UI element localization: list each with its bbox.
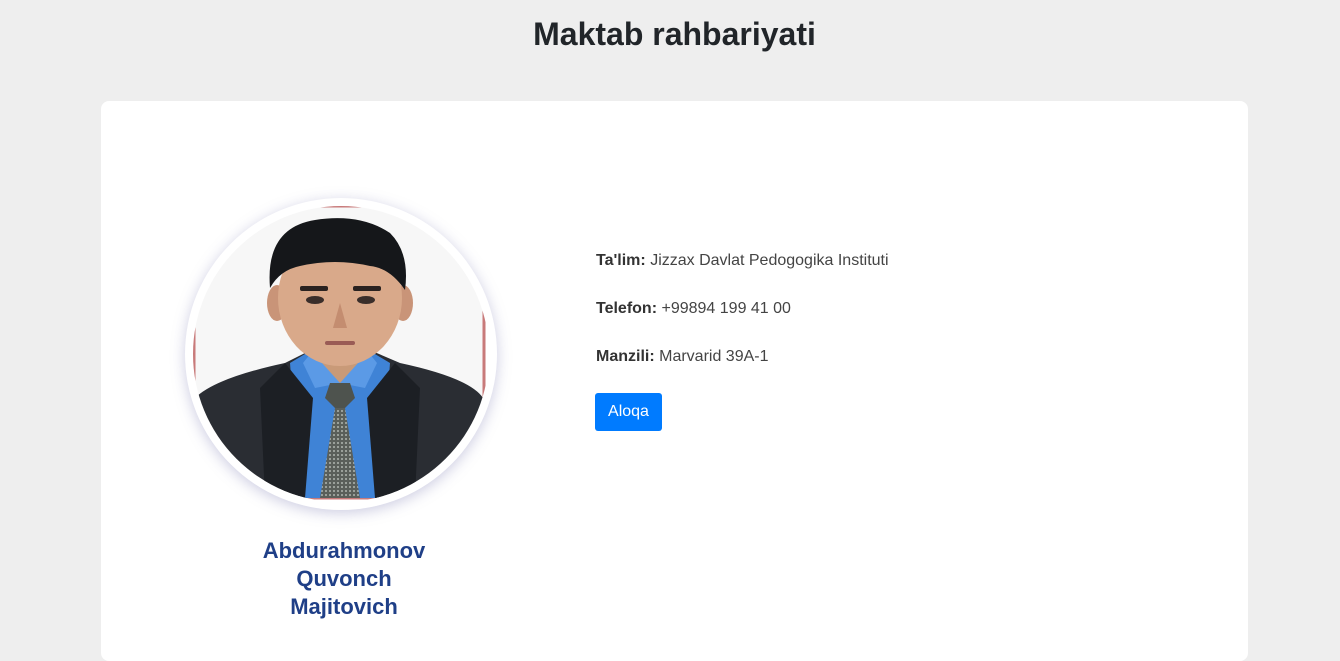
address-row: Manzili: Marvarid 39A-1 [596, 347, 769, 367]
address-label: Manzili: [596, 348, 655, 365]
leader-name: Abdurahmonov Quvonch Majitovich [213, 537, 475, 621]
leader-card: Abdurahmonov Quvonch Majitovich Ta'lim: … [101, 101, 1248, 661]
page-title: Maktab rahbariyati [533, 16, 816, 52]
education-value: Jizzax Davlat Pedogogika Instituti [650, 252, 889, 269]
phone-row: Telefon: +99894 199 41 00 [596, 299, 791, 319]
leader-name-line1: Abdurahmonov [262, 538, 426, 563]
education-row: Ta'lim: Jizzax Davlat Pedogogika Institu… [596, 251, 889, 271]
leader-name-line2: Quvonch [296, 566, 392, 591]
portrait-photo [193, 206, 489, 502]
phone-label: Telefon: [596, 300, 658, 317]
contact-button[interactable]: Aloqa [595, 393, 662, 431]
address-value: Marvarid 39A-1 [659, 348, 769, 365]
avatar [185, 198, 497, 510]
education-label: Ta'lim: [596, 252, 646, 269]
phone-value: +99894 199 41 00 [661, 300, 791, 317]
